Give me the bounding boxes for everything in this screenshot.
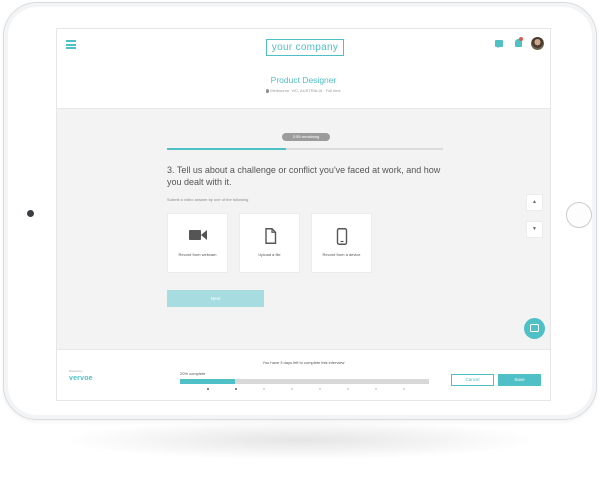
home-button[interactable] — [566, 202, 592, 228]
menu-icon[interactable] — [66, 40, 76, 49]
overall-progress-fill — [180, 379, 235, 384]
upload-file-option[interactable]: Upload a file — [239, 213, 300, 273]
step-dot — [403, 388, 405, 390]
question-text: 3. Tell us about a challenge or conflict… — [167, 165, 441, 187]
deadline-message: You have 3 days left to complete this in… — [262, 360, 345, 365]
job-meta-text: Melbourne, VIC, AUSTRALIA · Full time — [270, 88, 341, 93]
notification-badge — [519, 37, 523, 41]
step-dot — [207, 388, 209, 390]
screen: your company Product Designer Melbourne,… — [56, 28, 551, 401]
step-dot — [291, 388, 293, 390]
scroll-down-button[interactable]: ▼ — [526, 221, 543, 238]
record-webcam-option[interactable]: Record from webcam — [167, 213, 228, 273]
next-button[interactable]: Next — [167, 290, 264, 307]
scroll-up-button[interactable]: ▲ — [526, 194, 543, 211]
mobile-device-icon — [336, 228, 348, 245]
job-meta: Melbourne, VIC, AUSTRALIA · Full time — [57, 88, 550, 93]
step-dot — [235, 388, 237, 390]
overall-progress-bar — [180, 379, 429, 384]
step-dot — [347, 388, 349, 390]
option-label: Upload a file — [258, 252, 281, 257]
video-camera-icon — [189, 230, 207, 240]
step-indicators — [180, 388, 429, 391]
chat-icon[interactable] — [495, 40, 503, 48]
app-header: your company Product Designer Melbourne,… — [57, 29, 550, 109]
help-chat-button[interactable] — [524, 318, 545, 339]
brand-logo: vervoe — [69, 375, 93, 382]
completion-label: 20% complete — [180, 371, 206, 376]
time-progress-fill — [167, 148, 286, 150]
front-camera — [27, 210, 34, 217]
answer-instruction: Submit a video answer by one of the foll… — [167, 197, 249, 202]
step-dot — [319, 388, 321, 390]
company-logo: your company — [266, 39, 344, 56]
message-icon — [530, 324, 539, 332]
time-progress-bar — [167, 148, 443, 150]
device-shadow — [60, 420, 540, 460]
save-button[interactable]: Save — [498, 374, 541, 386]
step-dot — [263, 388, 265, 390]
job-title: Product Designer — [270, 75, 337, 85]
location-pin-icon — [266, 88, 270, 93]
time-remaining-badge: 2:55 remaining — [282, 133, 330, 141]
option-label: Record from webcam — [178, 252, 217, 257]
powered-by-label: Powered by — [69, 370, 83, 373]
record-device-option[interactable]: Record from a device — [311, 213, 372, 273]
interview-footer: Powered by vervoe You have 3 days left t… — [57, 349, 550, 400]
step-dot — [375, 388, 377, 390]
file-icon — [265, 228, 277, 244]
user-avatar[interactable] — [531, 37, 544, 50]
tablet-frame: your company Product Designer Melbourne,… — [3, 2, 597, 420]
cancel-button[interactable]: Cancel — [451, 374, 494, 386]
option-label: Record from a device — [322, 252, 361, 257]
